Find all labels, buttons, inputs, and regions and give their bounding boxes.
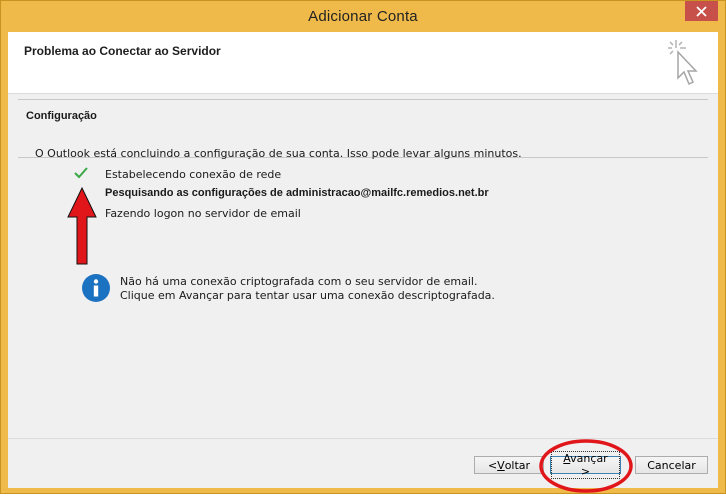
back-button-label: oltar — [504, 458, 531, 472]
step-network: Estabelecendo conexão de rede — [105, 168, 282, 181]
dialog-client: Problema ao Conectar ao Servidor Configu… — [8, 32, 718, 493]
dialog-header: Problema ao Conectar ao Servidor — [8, 32, 718, 94]
close-button[interactable] — [685, 1, 718, 21]
step-logon: Fazendo logon no servidor de email — [105, 207, 301, 220]
intro-text: O Outlook está concluindo a configuração… — [35, 147, 522, 160]
close-icon — [696, 5, 707, 17]
info-message-line-2: Clique em Avançar para tentar usar uma c… — [120, 289, 495, 302]
red-up-arrow-annotation — [67, 186, 97, 268]
header-divider — [18, 99, 708, 100]
back-button-prefix: < — [487, 458, 498, 472]
back-button-accesskey: V — [497, 458, 505, 472]
title-bar[interactable]: Adicionar Conta — [1, 1, 725, 32]
check-icon — [74, 167, 88, 182]
dialog-window: Adicionar Conta Problema ao Conectar ao … — [0, 0, 726, 494]
back-button[interactable]: < Voltar — [474, 456, 544, 474]
header-title: Problema ao Conectar ao Servidor — [24, 44, 221, 58]
section-title: Configuração — [26, 110, 97, 122]
info-icon — [81, 273, 111, 306]
window-title: Adicionar Conta — [308, 8, 418, 25]
cancel-button[interactable]: Cancelar — [635, 456, 708, 474]
red-circle-annotation — [538, 437, 634, 498]
info-message-line-1: Não há uma conexão criptografada com o s… — [120, 275, 478, 288]
cursor-sparkle-icon — [666, 38, 704, 91]
step-search-settings: Pesquisando as configurações de administ… — [105, 187, 489, 199]
